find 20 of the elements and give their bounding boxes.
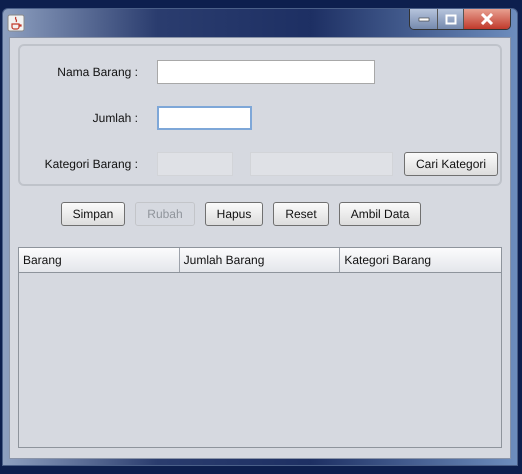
input-field[interactable] xyxy=(157,106,252,130)
minimize-button[interactable] xyxy=(410,9,438,29)
close-icon xyxy=(480,13,494,25)
action-button[interactable]: Reset xyxy=(273,202,329,226)
field-label: Nama Barang : xyxy=(56,64,138,81)
column-header[interactable]: Kategori Barang xyxy=(340,248,501,272)
action-button[interactable]: Ambil Data xyxy=(338,202,422,226)
field-label: Kategori Barang : xyxy=(44,156,138,173)
input-field[interactable] xyxy=(157,60,375,84)
close-button[interactable] xyxy=(464,9,510,29)
app-icon xyxy=(7,14,25,32)
field-label: Jumlah : xyxy=(92,110,138,127)
maximize-button[interactable] xyxy=(438,9,464,29)
maximize-icon xyxy=(444,14,456,24)
column-header[interactable]: Barang xyxy=(19,248,180,272)
minimize-icon xyxy=(418,16,430,22)
action-button[interactable]: Simpan xyxy=(60,202,126,226)
action-button[interactable]: Hapus xyxy=(204,202,264,226)
search-category-button[interactable]: Cari Kategori xyxy=(404,152,498,176)
column-header[interactable]: Jumlah Barang xyxy=(180,248,340,272)
